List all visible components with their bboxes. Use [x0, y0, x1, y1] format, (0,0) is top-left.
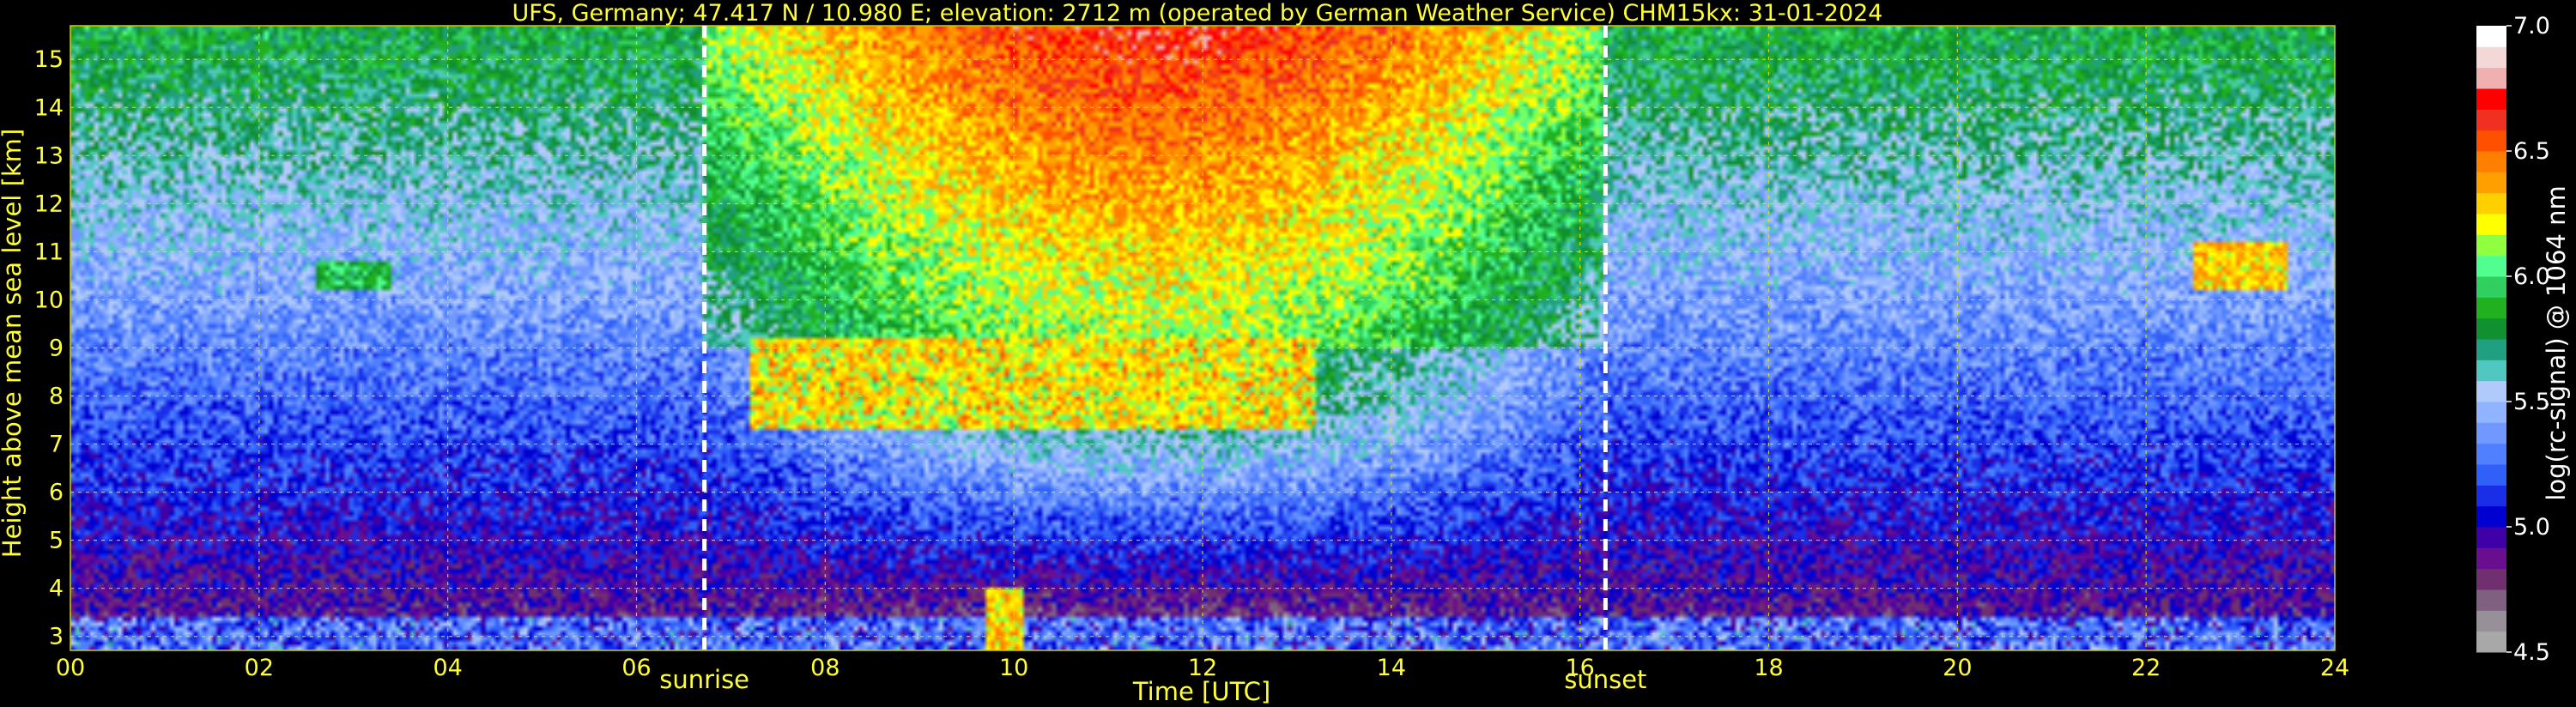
- x-axis-label: Time [UTC]: [1132, 677, 1270, 706]
- colorbar-segment: [2476, 151, 2506, 172]
- y-tick-label: 4: [49, 576, 64, 602]
- x-tick-label: 16: [1565, 655, 1594, 681]
- colorbar-segment: [2476, 380, 2506, 402]
- colorbar-segment: [2476, 505, 2506, 528]
- y-tick-label: 13: [34, 142, 64, 169]
- x-tick-label: 06: [621, 655, 651, 681]
- colorbar-segment: [2476, 485, 2506, 507]
- colorbar-segment: [2476, 234, 2506, 257]
- colorbar-tick-label: 4.5: [2513, 639, 2550, 666]
- colorbar-segment: [2476, 192, 2506, 215]
- y-tick-label: 3: [49, 624, 64, 650]
- colorbar-tick-label: 6.5: [2513, 138, 2550, 165]
- colorbar-segment: [2476, 589, 2506, 611]
- x-tick-label: 22: [2131, 655, 2161, 681]
- colorbar-segment: [2476, 402, 2506, 423]
- colorbar-segment: [2476, 172, 2506, 194]
- y-tick-label: 14: [34, 94, 64, 121]
- colorbar-segment: [2476, 130, 2506, 152]
- colorbar-tick-label: 7.0: [2513, 13, 2550, 39]
- y-tick-label: 11: [34, 239, 64, 265]
- colorbar-tick-label: 5.0: [2513, 514, 2550, 541]
- x-tick-label: 00: [56, 655, 85, 681]
- colorbar-segment: [2476, 339, 2506, 360]
- colorbar-segment: [2476, 276, 2506, 298]
- colorbar-segment: [2476, 109, 2506, 131]
- colorbar-segment: [2476, 360, 2506, 382]
- colorbar-segment: [2476, 464, 2506, 486]
- colorbar-segment: [2476, 610, 2506, 632]
- y-tick-label: 8: [49, 384, 64, 410]
- x-tick-label: 08: [810, 655, 839, 681]
- colorbar-segment: [2476, 568, 2506, 590]
- y-tick-label: 12: [34, 190, 64, 217]
- sunrise-label: sunrise: [659, 665, 749, 694]
- x-tick-label: 10: [999, 655, 1028, 681]
- colorbar-segment: [2476, 547, 2506, 570]
- colorbar-segment: [2476, 631, 2506, 653]
- colorbar-segment: [2476, 46, 2506, 69]
- y-tick-label: 9: [49, 335, 64, 361]
- x-tick-label: 14: [1377, 655, 1406, 681]
- chart-title: UFS, Germany; 47.417 N / 10.980 E; eleva…: [512, 0, 1883, 27]
- x-tick-label: 20: [1943, 655, 1972, 681]
- colorbar-segment: [2476, 527, 2506, 548]
- colorbar-segment: [2476, 317, 2506, 340]
- x-tick-label: 04: [433, 655, 462, 681]
- colorbar-segment: [2476, 88, 2506, 110]
- y-tick-label: 10: [34, 287, 64, 313]
- colorbar-segment: [2476, 297, 2506, 319]
- x-tick-label: 18: [1754, 655, 1783, 681]
- x-tick-label: 24: [2320, 655, 2349, 681]
- colorbar-segment: [2476, 443, 2506, 465]
- x-tick-label: 02: [245, 655, 274, 681]
- colorbar-segment: [2476, 422, 2506, 444]
- colorbar-segment: [2476, 67, 2506, 89]
- y-axis-label: Height above mean sea level [km]: [0, 129, 27, 558]
- colorbar-segment: [2476, 26, 2506, 47]
- y-tick-label: 5: [49, 528, 64, 554]
- colorbar-segment: [2476, 255, 2506, 277]
- colorbar-segment: [2476, 214, 2506, 235]
- ceilometer-chart: UFS, Germany; 47.417 N / 10.980 E; eleva…: [0, 0, 2576, 707]
- colorbar-label: log(rc-signal) @ 1064 nm: [2542, 185, 2571, 500]
- y-tick-label: 7: [49, 432, 64, 458]
- y-tick-label: 6: [49, 480, 64, 506]
- y-tick-label: 15: [34, 46, 64, 73]
